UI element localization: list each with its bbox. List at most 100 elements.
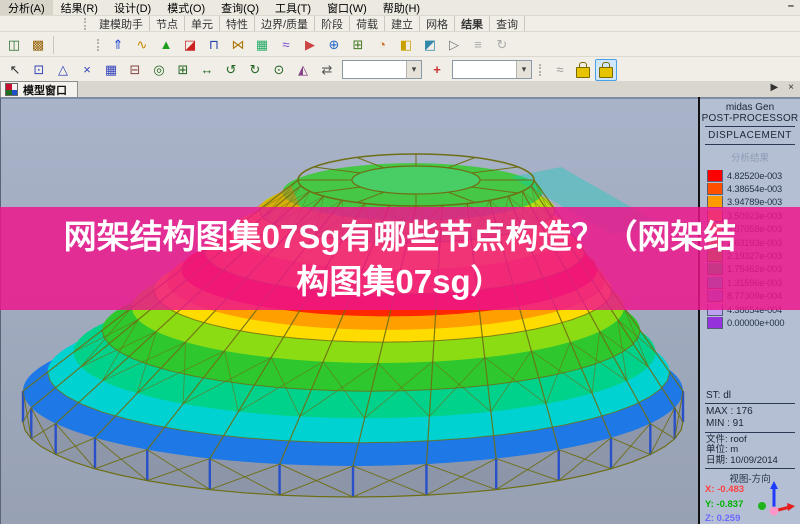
lock-icon[interactable] xyxy=(595,59,617,81)
brand-label: midas Gen xyxy=(700,102,800,113)
tab-query[interactable]: 查询 xyxy=(490,16,525,32)
rotate-left-icon[interactable]: ↺ xyxy=(220,59,242,81)
unlock-icon[interactable] xyxy=(573,60,593,80)
history-graph-icon[interactable]: ↻ xyxy=(491,34,513,56)
named-plane-combo[interactable]: ▾ xyxy=(342,60,422,79)
menu-help[interactable]: 帮助(H) xyxy=(375,0,428,16)
tab-boundary-mass[interactable]: 边界/质量 xyxy=(255,16,315,32)
zoom-fit-icon[interactable]: ◎ xyxy=(148,59,170,81)
legend-row: 0.00000e+000 xyxy=(707,316,800,329)
animate-result-icon[interactable]: ▶ xyxy=(299,34,321,56)
select-intersect-icon[interactable]: × xyxy=(76,59,98,81)
tab-load[interactable]: 荷载 xyxy=(350,16,385,32)
post-toolbar: ◫▩ ⇑∿▲◪⊓⋈▦≈▶⊕⊞◔◧◩▷≡↻ xyxy=(0,31,800,57)
chevron-down-icon[interactable]: ▾ xyxy=(516,61,531,78)
result-panel: midas Gen POST-PROCESSOR DISPLACEMENT 分析… xyxy=(700,97,800,524)
tab-node[interactable]: 节点 xyxy=(150,16,185,32)
legend-row: 4.82520e-003 xyxy=(707,169,800,182)
deformed-shape-icon[interactable]: ∿ xyxy=(131,34,153,56)
menu-bar: 分析(A) 结果(R) 设计(D) 模式(O) 查询(Q) 工具(T) 窗口(W… xyxy=(0,0,800,15)
pan-icon[interactable]: ↔ xyxy=(196,59,218,81)
reaction-forces-icon[interactable]: ⇑ xyxy=(107,34,129,56)
view-direction-block: 视图-方向 X: -0.483Y: -0.837Z: 0.259 xyxy=(700,471,800,524)
chevron-down-icon[interactable]: ▾ xyxy=(406,61,421,78)
mode-shape-icon[interactable]: ≈ xyxy=(275,34,297,56)
stress-contour-icon[interactable]: ◪ xyxy=(179,34,201,56)
analysis-result-label: 分析结果 xyxy=(700,147,800,166)
beam-diagram-icon[interactable]: ⊓ xyxy=(203,34,225,56)
tab-results[interactable]: 结果 xyxy=(455,16,490,32)
tab-modeling-assistant[interactable]: 建模助手 xyxy=(93,16,150,32)
contour-fill-icon[interactable]: ◧ xyxy=(395,34,417,56)
left-icon-group: ◫▩ xyxy=(2,34,50,56)
tab-model-window[interactable]: 模型窗口 xyxy=(0,81,78,97)
caption-line-1: 网架结构图集07Sg有哪些节点构造？（网架结 xyxy=(64,214,737,259)
date-label: 日期: 10/09/2014 xyxy=(706,456,800,467)
view-icon-group: ↖⊡△×▦⊟◎⊞↔↺↻⊙◭⇄ xyxy=(3,59,339,81)
rotate-right-icon[interactable]: ↻ xyxy=(244,59,266,81)
menu-tools[interactable]: 工具(T) xyxy=(267,0,319,16)
result-type-label: DISPLACEMENT xyxy=(700,129,800,142)
perspective-icon[interactable]: ◭ xyxy=(292,59,314,81)
tab-property[interactable]: 特性 xyxy=(220,16,255,32)
legend-value: 4.82520e-003 xyxy=(727,171,782,181)
plate-force-icon[interactable]: ▦ xyxy=(251,34,273,56)
select-single-icon[interactable]: ↖ xyxy=(4,59,26,81)
select-window-icon[interactable]: ⊡ xyxy=(28,59,50,81)
tab-close-button[interactable]: × xyxy=(786,82,796,93)
model-tab-strip: 模型窗口 ▶ × xyxy=(0,81,800,97)
toolbar-drag-handle[interactable] xyxy=(84,18,89,30)
model-window-icon xyxy=(5,83,18,96)
tab-mesh[interactable]: 网格 xyxy=(420,16,455,32)
tab-build[interactable]: 建立 xyxy=(385,16,420,32)
diagram-icon[interactable]: ◔ xyxy=(371,34,393,56)
probe-result-icon[interactable]: ⊕ xyxy=(323,34,345,56)
cutting-plane-icon[interactable]: ◩ xyxy=(419,34,441,56)
toolbar-drag-handle[interactable] xyxy=(539,64,544,76)
menu-mode[interactable]: 模式(O) xyxy=(159,0,213,16)
toolbar-drag-handle[interactable] xyxy=(97,39,102,51)
select-all-icon[interactable]: ▦ xyxy=(100,59,122,81)
tab-scroll-next-button[interactable]: ▶ xyxy=(768,82,780,93)
model-viewport[interactable] xyxy=(0,97,698,524)
separator xyxy=(53,36,54,54)
menu-query[interactable]: 查询(Q) xyxy=(213,0,267,16)
post-icon-group: ⇑∿▲◪⊓⋈▦≈▶⊕⊞◔◧◩▷≡↻ xyxy=(106,34,514,56)
view-x-value: X: -0.483 xyxy=(705,483,744,498)
view-direction-values: X: -0.483Y: -0.837Z: 0.259 xyxy=(705,483,744,524)
view-y-value: Y: -0.837 xyxy=(705,498,744,513)
dome-model-rendering xyxy=(1,99,699,524)
deselect-icon[interactable]: ⊟ xyxy=(124,59,146,81)
redraw-icon[interactable]: ⇄ xyxy=(316,59,338,81)
menu-results[interactable]: 结果(R) xyxy=(53,0,106,16)
shrink-icon[interactable]: ⊙ xyxy=(268,59,290,81)
result-tag-icon[interactable]: ⊞ xyxy=(347,34,369,56)
max-node-label: MAX : 176 xyxy=(706,406,800,418)
load-case-label: ST: dl xyxy=(706,390,800,401)
module-tabs: 建模助手 节点 单元 特性 边界/质量 阶段 荷载 建立 网格 结果 查询 xyxy=(93,16,525,32)
select-polygon-icon[interactable]: △ xyxy=(52,59,74,81)
tab-stage[interactable]: 阶段 xyxy=(315,16,350,32)
mode-label: POST-PROCESSOR xyxy=(700,113,800,124)
vector-plot-icon[interactable]: ▷ xyxy=(443,34,465,56)
zoom-window-icon[interactable]: ⊞ xyxy=(172,59,194,81)
displacement-contour-icon[interactable]: ▲ xyxy=(155,34,177,56)
node-snap-icon[interactable]: + xyxy=(426,59,448,81)
menu-analysis[interactable]: 分析(A) xyxy=(0,0,53,16)
active-view-combo[interactable]: ▾ xyxy=(452,60,532,79)
result-table-icon[interactable]: ≡ xyxy=(467,34,489,56)
model-tab-label: 模型窗口 xyxy=(23,82,67,98)
caption-line-2: 构图集07sg） xyxy=(296,259,503,304)
menu-design[interactable]: 设计(D) xyxy=(106,0,159,16)
wave-tool-icon[interactable]: ≈ xyxy=(549,59,571,81)
legend-row: 4.38654e-003 xyxy=(707,182,800,195)
menu-window[interactable]: 窗口(W) xyxy=(319,0,375,16)
truss-force-icon[interactable]: ⋈ xyxy=(227,34,249,56)
caption-overlay-banner: 网架结构图集07Sg有哪些节点构造？（网架结 构图集07sg） xyxy=(0,207,800,310)
render-view-icon[interactable]: ▩ xyxy=(27,34,49,56)
model-view-icon[interactable]: ◫ xyxy=(3,34,25,56)
view-toolbar: ↖⊡△×▦⊟◎⊞↔↺↻⊙◭⇄ ▾ + ▾ ≈ xyxy=(0,56,800,83)
legend-swatch xyxy=(707,170,723,182)
tab-element[interactable]: 单元 xyxy=(185,16,220,32)
minimize-button[interactable]: – xyxy=(788,0,794,12)
